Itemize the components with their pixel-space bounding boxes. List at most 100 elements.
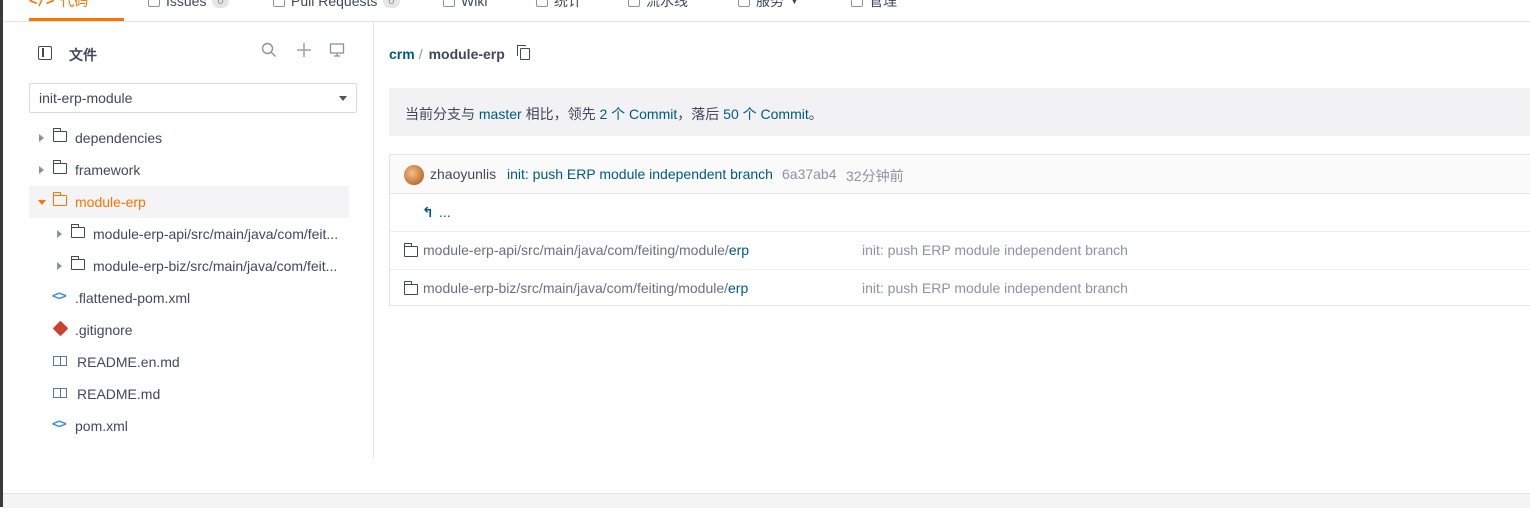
file-path-link[interactable]: module-erp-api/src/main/java/com/feiting… <box>423 242 749 258</box>
commits-behind-link[interactable]: 50 个 Commit <box>723 106 809 122</box>
file-commit-message[interactable]: init: push ERP module independent branch <box>862 242 1128 258</box>
tab-services[interactable]: 服务 ▼ <box>738 0 799 11</box>
commit-time: 32分钟前 <box>846 168 904 184</box>
breadcrumb-repo-link[interactable]: crm <box>389 46 415 62</box>
parent-directory-link[interactable]: ... <box>439 204 451 220</box>
tab-stats-label: 统计 <box>554 0 582 9</box>
pipeline-icon <box>628 0 640 7</box>
tree-item-module-erp-api[interactable]: module-erp-api/src/main/java/com/feit... <box>29 218 349 250</box>
repo-tab-bar: </> 代码 Issues 0 Pull Requests 0 Wiki 统计 … <box>3 0 1530 22</box>
issues-count-badge: 0 <box>212 0 229 8</box>
parent-directory-row[interactable]: ↰ ... <box>390 193 1530 232</box>
folder-icon <box>52 128 67 142</box>
tree-item-label: module-erp-api/src/main/java/com/feit... <box>93 226 339 242</box>
pull-requests-count-badge: 0 <box>383 0 400 8</box>
compare-behind-text: ，落后 <box>677 106 720 122</box>
tree-item-label: README.md <box>77 386 161 402</box>
compare-suffix: 。 <box>808 106 823 122</box>
file-path-head: module-erp-api/src/main/java/com/feiting… <box>423 242 729 258</box>
tree-item-label: module-erp <box>75 194 146 210</box>
commit-sha[interactable]: 6a37ab4 <box>782 166 837 182</box>
compare-base-branch-link[interactable]: master <box>479 106 522 122</box>
file-path-link[interactable]: module-erp-biz/src/main/java/com/feiting… <box>423 280 748 296</box>
footer-bar <box>3 493 1530 508</box>
branch-compare-banner: 当前分支与 master 相比，领先 2 个 Commit，落后 50 个 Co… <box>389 88 1530 136</box>
tree-item-framework[interactable]: framework <box>29 154 349 186</box>
tree-item-gitignore[interactable]: .gitignore <box>29 314 349 346</box>
breadcrumb-separator: / <box>418 46 423 62</box>
commits-ahead-link[interactable]: 2 个 Commit <box>599 106 677 122</box>
tree-item-pom[interactable]: <> pom.xml <box>29 410 349 442</box>
tab-code-label: 代码 <box>60 0 89 9</box>
tab-wiki-label: Wiki <box>461 0 488 9</box>
chevron-right-icon[interactable] <box>57 230 62 238</box>
file-tree-sidebar: 文件 init-erp-module dependencies framewor… <box>3 22 374 458</box>
file-list-panel: zhaoyunlis init: push ERP module indepen… <box>389 154 1530 306</box>
copy-icon[interactable] <box>517 45 530 60</box>
tab-pipeline-label: 流水线 <box>646 0 688 9</box>
tree-item-module-erp-biz[interactable]: module-erp-biz/src/main/java/com/feit... <box>29 250 349 282</box>
tab-pull-requests-label: Pull Requests <box>291 0 378 9</box>
latest-commit-header: zhaoyunlis init: push ERP module indepen… <box>390 155 1530 194</box>
tree-item-label: module-erp-biz/src/main/java/com/feit... <box>93 258 338 274</box>
issues-icon <box>148 0 160 7</box>
compare-ahead-text: 相比，领先 <box>525 106 596 122</box>
tab-pull-requests[interactable]: Pull Requests 0 <box>273 0 400 11</box>
file-path-head: module-erp-biz/src/main/java/com/feiting… <box>423 280 729 296</box>
tree-item-label: pom.xml <box>75 418 128 434</box>
breadcrumb-current: module-erp <box>428 46 505 62</box>
tab-stats[interactable]: 统计 <box>536 0 582 11</box>
folder-icon <box>70 224 85 238</box>
tab-pipeline[interactable]: 流水线 <box>628 0 688 11</box>
search-icon[interactable] <box>258 42 280 64</box>
tab-issues-label: Issues <box>166 0 207 9</box>
compare-prefix: 当前分支与 <box>405 106 475 122</box>
tab-manage[interactable]: 管理 <box>851 0 897 11</box>
chevron-right-icon[interactable] <box>39 134 44 142</box>
code-file-icon: <> <box>52 417 67 432</box>
branch-select[interactable]: init-erp-module <box>29 83 357 113</box>
git-icon <box>52 320 69 337</box>
code-file-icon: <> <box>52 289 67 304</box>
back-arrow-icon: ↰ <box>422 204 434 220</box>
chevron-right-icon[interactable] <box>57 262 62 270</box>
file-row[interactable]: module-erp-biz/src/main/java/com/feiting… <box>390 269 1530 307</box>
tree-item-label: .flattened-pom.xml <box>75 290 191 306</box>
avatar[interactable] <box>404 165 424 185</box>
folder-icon <box>70 256 85 270</box>
chevron-right-icon[interactable] <box>39 166 44 174</box>
tree-item-flattened-pom[interactable]: <> .flattened-pom.xml <box>29 282 349 314</box>
markdown-icon <box>53 388 67 398</box>
services-icon <box>738 0 750 7</box>
toggle-panel-icon[interactable] <box>38 46 52 60</box>
tab-manage-label: 管理 <box>869 0 897 9</box>
file-path-tail: erp <box>728 280 749 296</box>
breadcrumb: crm / module-erp <box>389 46 505 62</box>
tree-item-dependencies[interactable]: dependencies <box>29 122 349 154</box>
file-row[interactable]: module-erp-api/src/main/java/com/feiting… <box>390 231 1530 270</box>
tree-item-label: dependencies <box>75 130 163 146</box>
pull-request-icon <box>273 0 285 7</box>
web-ide-icon[interactable] <box>326 42 348 64</box>
code-icon: </> <box>29 0 55 9</box>
markdown-icon <box>53 356 67 366</box>
chevron-down-icon[interactable] <box>38 200 46 205</box>
tab-wiki[interactable]: Wiki <box>443 0 487 11</box>
folder-icon <box>403 281 418 295</box>
tree-item-readme[interactable]: README.md <box>29 378 349 410</box>
tree-item-label: framework <box>75 162 141 178</box>
active-tab-indicator <box>29 18 124 21</box>
wiki-icon <box>443 0 455 7</box>
sidebar-title: 文件 <box>69 47 97 63</box>
tab-code[interactable]: </> 代码 <box>29 0 88 11</box>
commit-author[interactable]: zhaoyunlis <box>430 166 496 182</box>
tree-item-readme-en[interactable]: README.en.md <box>29 346 349 378</box>
folder-open-icon <box>52 192 67 206</box>
branch-select-value: init-erp-module <box>39 90 133 106</box>
commit-message-link[interactable]: init: push ERP module independent branch <box>507 166 773 182</box>
stats-icon <box>536 0 548 7</box>
add-file-icon[interactable] <box>293 42 315 64</box>
tab-issues[interactable]: Issues 0 <box>148 0 229 11</box>
file-commit-message[interactable]: init: push ERP module independent branch <box>862 280 1128 296</box>
tree-item-module-erp[interactable]: module-erp <box>29 186 349 218</box>
